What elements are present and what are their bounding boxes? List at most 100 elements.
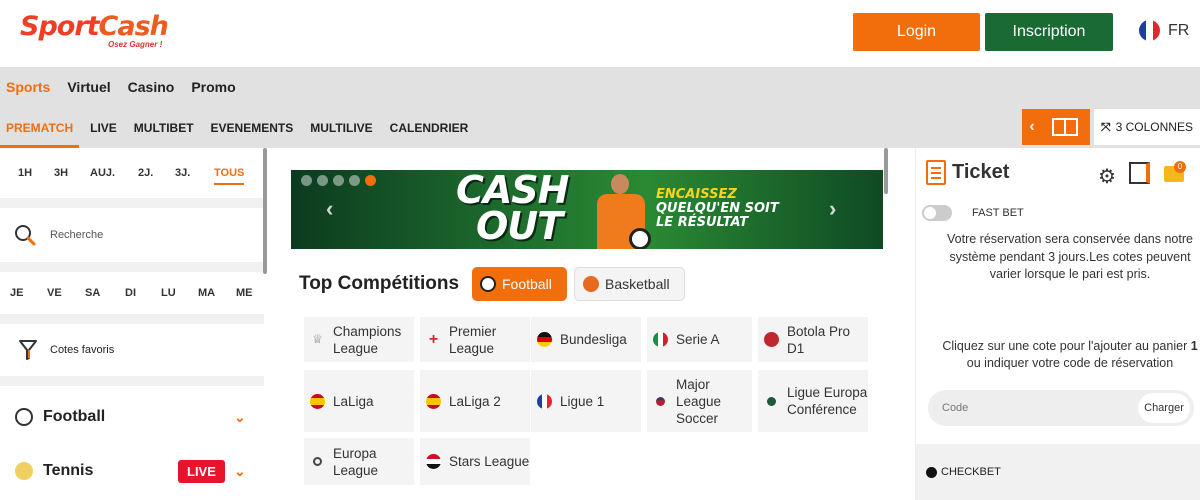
- reservation-message: Votre réservation sera conservée dans no…: [947, 232, 1193, 281]
- login-button[interactable]: Login: [853, 13, 980, 51]
- day-sunday[interactable]: DI: [125, 287, 136, 299]
- competition-laliga[interactable]: LaLiga: [304, 370, 414, 432]
- columns-button[interactable]: ⤧ 3 COLONNES: [1094, 109, 1200, 145]
- competition-mls[interactable]: Major League Soccer: [647, 370, 752, 432]
- sidebar-scrollbar[interactable]: [263, 148, 267, 274]
- ticket-hint-1: Cliquez sur une cote pour l'ajouter au p…: [942, 339, 1188, 353]
- competition-europa-league[interactable]: Europa League: [304, 438, 414, 485]
- morocco-flag-icon: [764, 332, 779, 347]
- tab-multilive[interactable]: MULTILIVE: [310, 121, 372, 135]
- promo-banner[interactable]: ‹ CASH OUT ENCAISSEZ QUELQU'EN SOIT LE R…: [291, 170, 883, 249]
- tab-live[interactable]: LIVE: [90, 121, 117, 135]
- carousel-dot[interactable]: [333, 175, 344, 186]
- fast-bet-label: FAST BET: [972, 207, 1024, 219]
- tab-football[interactable]: Football: [472, 267, 567, 301]
- competition-bundesliga[interactable]: Bundesliga: [531, 317, 641, 362]
- layout-toggle-button[interactable]: ‹: [1022, 109, 1090, 145]
- nav-sports[interactable]: Sports: [6, 79, 50, 95]
- banner-tag-3: LE RÉSULTAT: [656, 215, 749, 230]
- ticket-hint: Cliquez sur une cote pour l'ajouter au p…: [936, 338, 1200, 372]
- day-friday[interactable]: VE: [47, 287, 62, 299]
- carousel-dot[interactable]: [349, 175, 360, 186]
- language-selector[interactable]: FR: [1139, 20, 1189, 41]
- carousel-dot[interactable]: [317, 175, 328, 186]
- player-illustration: [591, 174, 651, 249]
- carousel-dot[interactable]: [301, 175, 312, 186]
- competition-laliga-2[interactable]: LaLiga 2: [420, 370, 530, 432]
- spain-flag-icon: [426, 393, 441, 409]
- filter-icon: [19, 340, 37, 360]
- day-thursday[interactable]: JE: [10, 287, 23, 299]
- competition-botola-pro[interactable]: Botola Pro D1: [758, 317, 868, 362]
- france-flag-icon: [537, 393, 552, 409]
- book-icon[interactable]: [1129, 162, 1150, 184]
- competition-premier-league[interactable]: + Premier League: [420, 317, 530, 362]
- usa-flag-icon: [653, 394, 668, 409]
- sport-name: Football: [43, 408, 106, 425]
- competition-serie-a[interactable]: Serie A: [647, 317, 752, 362]
- period-1h[interactable]: 1H: [18, 167, 32, 179]
- italy-flag-icon: [653, 332, 668, 347]
- carousel-next-icon[interactable]: ›: [829, 196, 836, 222]
- favorite-odds-filter[interactable]: Cotes favoris: [0, 324, 264, 376]
- tab-football-label: Football: [502, 276, 552, 292]
- logo[interactable]: SportCash Osez Gagner !: [20, 12, 169, 50]
- football-icon: [480, 276, 496, 292]
- period-3days[interactable]: 3J.: [175, 167, 190, 179]
- ticket-header: Ticket: [926, 160, 1009, 185]
- period-3h[interactable]: 3H: [54, 167, 68, 179]
- banner-tag-2: QUELQU'EN SOIT: [656, 201, 779, 216]
- fast-bet-toggle[interactable]: [922, 205, 952, 221]
- clipboard-icon: [926, 160, 946, 185]
- chevron-down-icon[interactable]: ⌄: [234, 409, 246, 426]
- checkbet-section[interactable]: CHECKBET: [916, 444, 1200, 500]
- signup-button[interactable]: Inscription: [985, 13, 1113, 51]
- day-wednesday[interactable]: ME: [236, 287, 253, 299]
- load-code-button[interactable]: Charger: [1138, 393, 1190, 423]
- code-placeholder: Code: [942, 402, 969, 414]
- competition-ligue-1[interactable]: Ligue 1: [531, 370, 641, 432]
- nav-virtuel[interactable]: Virtuel: [67, 79, 110, 95]
- competition-name: Major League Soccer: [676, 376, 722, 426]
- trophy-icon: ♕: [312, 332, 323, 346]
- carousel-prev-icon[interactable]: ‹: [326, 196, 333, 222]
- gear-icon[interactable]: ⚙: [1098, 164, 1116, 189]
- banner-headline-2: OUT: [476, 204, 563, 248]
- ticket-panel: Ticket ⚙ 0 FAST BET Votre réservation se…: [915, 148, 1200, 500]
- competition-conference-league[interactable]: Ligue Europa Conférence: [758, 370, 868, 432]
- tab-prematch[interactable]: PREMATCH: [6, 121, 73, 135]
- booking-code-field[interactable]: Code Charger: [928, 390, 1194, 426]
- divider: [0, 314, 264, 324]
- competition-champions-league[interactable]: ♕ Champions League: [304, 317, 414, 362]
- day-tuesday[interactable]: MA: [198, 287, 215, 299]
- chevron-down-icon[interactable]: ⌄: [234, 463, 246, 480]
- competition-name: LaLiga: [333, 393, 374, 409]
- competition-name: Europa League: [333, 445, 379, 478]
- period-all[interactable]: TOUS: [214, 167, 245, 185]
- tab-evenements[interactable]: EVENEMENTS: [211, 121, 294, 135]
- nav-promo[interactable]: Promo: [191, 79, 235, 95]
- period-today[interactable]: AUJ.: [90, 167, 115, 179]
- divider: [0, 198, 264, 208]
- sport-football[interactable]: Football ⌄: [0, 396, 264, 438]
- conference-league-icon: [764, 394, 779, 409]
- center-scrollbar[interactable]: [884, 148, 888, 194]
- england-flag-icon: +: [428, 331, 439, 348]
- tab-basketball[interactable]: Basketball: [574, 267, 685, 301]
- tab-multibet[interactable]: MULTIBET: [134, 121, 194, 135]
- divider: [0, 376, 264, 386]
- competition-name: Ligue 1: [560, 393, 605, 409]
- carousel-dot-active[interactable]: [365, 175, 376, 186]
- search-field[interactable]: Recherche: [0, 208, 264, 262]
- expand-icon: ⤧: [1101, 119, 1111, 134]
- nav-casino[interactable]: Casino: [128, 79, 175, 95]
- sub-nav: PREMATCH LIVE MULTIBET EVENEMENTS MULTIL…: [0, 107, 1200, 148]
- day-monday[interactable]: LU: [161, 287, 176, 299]
- tab-calendrier[interactable]: CALENDRIER: [390, 121, 469, 135]
- day-saturday[interactable]: SA: [85, 287, 100, 299]
- period-2days[interactable]: 2J.: [138, 167, 153, 179]
- europa-league-icon: [310, 454, 325, 469]
- competition-name: Champions League: [333, 323, 402, 356]
- competition-stars-league[interactable]: Stars League: [420, 438, 530, 485]
- sport-tennis[interactable]: Tennis LIVE ⌄: [0, 450, 264, 492]
